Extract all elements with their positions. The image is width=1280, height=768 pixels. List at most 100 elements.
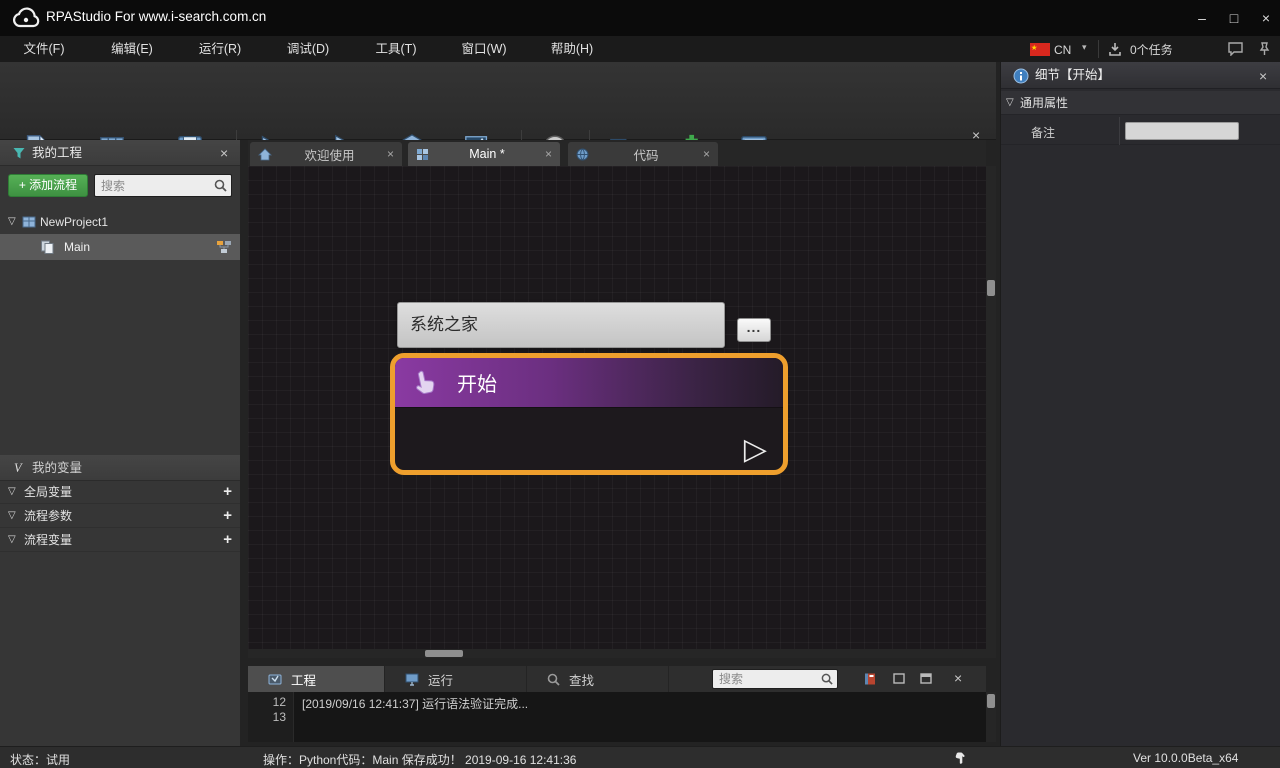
license-status-label: 状态：试用 xyxy=(10,751,70,768)
export-log-icon[interactable] xyxy=(863,672,877,686)
log-output[interactable]: 12 [2019/09/16 12:41:37] 运行语法验证完成... 13 xyxy=(248,692,986,742)
common-properties-section[interactable]: ▽ 通用属性 xyxy=(1001,91,1280,115)
document-tabbar: 欢迎使用 × Main * × 代码 × xyxy=(248,140,986,166)
log-line-number: 12 xyxy=(248,695,286,709)
tasks-count-label[interactable]: 0个任务 xyxy=(1130,42,1173,58)
flow-actions-icon[interactable] xyxy=(216,240,232,254)
variable-group-label: 流程变量 xyxy=(24,528,72,552)
tab-close-icon[interactable]: × xyxy=(545,147,552,161)
cn-flag-icon xyxy=(1030,43,1050,56)
output-tab-find[interactable]: 查找 xyxy=(527,666,669,692)
output-tab-project[interactable]: 工程 xyxy=(248,666,385,692)
project-panel-title: 我的工程 xyxy=(32,140,82,166)
flow-grid-icon xyxy=(416,148,429,161)
detail-panel-title: 细节【开始】 xyxy=(1035,62,1110,89)
feedback-comment-icon[interactable] xyxy=(1228,42,1243,56)
variable-group-global[interactable]: ▽ 全局变量 + xyxy=(0,480,240,504)
note-property-row: 备注 xyxy=(1001,117,1280,145)
add-global-variable-icon[interactable]: + xyxy=(223,480,232,504)
group-collapse-icon[interactable]: ▽ xyxy=(8,480,16,504)
log-line-number: 13 xyxy=(248,710,286,724)
float-panel-icon[interactable] xyxy=(920,673,932,684)
tab-code[interactable]: 代码 × xyxy=(568,142,718,166)
titlebar: RPAStudio For www.i-search.com.cn – □ × xyxy=(0,0,1280,36)
canvas-vscrollbar[interactable] xyxy=(986,166,996,658)
log-vscrollbar-thumb[interactable] xyxy=(987,694,995,708)
clear-log-window-icon[interactable] xyxy=(893,673,905,684)
language-selector[interactable]: CN xyxy=(1054,42,1071,58)
drop-next-activity-icon[interactable]: ▷ xyxy=(744,432,767,467)
project-node-label: NewProject1 xyxy=(40,210,108,234)
project-collapse-icon[interactable]: ▽ xyxy=(8,210,16,234)
flow-more-button[interactable]: ... xyxy=(737,318,771,342)
section-collapse-icon[interactable]: ▽ xyxy=(1006,91,1014,115)
version-label: Ver 10.0.0Beta_x64 xyxy=(1133,751,1238,765)
flow-node-label: Main xyxy=(64,234,90,260)
add-flow-variable-icon[interactable]: + xyxy=(223,528,232,552)
note-input[interactable] xyxy=(1125,122,1239,140)
download-tasks-icon[interactable] xyxy=(1108,42,1122,56)
flow-canvas[interactable]: 系统之家 ... 开始 ▷ xyxy=(248,166,986,658)
output-tab-run[interactable]: 运行 xyxy=(385,666,527,692)
tab-main[interactable]: Main * × xyxy=(408,142,560,166)
menu-run[interactable]: 运行(R) xyxy=(176,36,264,62)
detail-panel-close-icon[interactable]: × xyxy=(1259,69,1267,83)
menubar: 文件(F) 编辑(E) 运行(R) 调试(D) 工具(T) 窗口(W) 帮助(H… xyxy=(0,36,1280,62)
project-node-icon xyxy=(22,215,36,229)
menu-help[interactable]: 帮助(H) xyxy=(528,36,616,62)
statusbar: 状态：试用 操作：Python代码：Main 保存成功！ 2019-09-16 … xyxy=(0,746,1280,768)
start-block-body[interactable]: ▷ xyxy=(395,408,783,469)
project-panel-header: 我的工程 × xyxy=(0,140,240,166)
search-icon[interactable] xyxy=(821,673,833,685)
section-title: 通用属性 xyxy=(1020,91,1068,115)
project-panel-close-icon[interactable]: × xyxy=(220,146,228,160)
pin-toolbar-icon[interactable] xyxy=(1258,42,1271,56)
flow-title-box[interactable]: 系统之家 xyxy=(397,302,725,348)
variables-panel-header: V 我的变量 xyxy=(0,455,240,481)
menu-debug[interactable]: 调试(D) xyxy=(264,36,352,62)
home-icon xyxy=(258,148,272,161)
hscrollbar-thumb[interactable] xyxy=(425,650,463,657)
menu-tools[interactable]: 工具(T) xyxy=(352,36,440,62)
log-search-input[interactable] xyxy=(712,669,838,689)
app-logo-cloud-icon xyxy=(12,7,40,29)
group-collapse-icon[interactable]: ▽ xyxy=(8,504,16,528)
canvas-hscrollbar[interactable] xyxy=(248,649,986,658)
add-flow-param-icon[interactable]: + xyxy=(223,504,232,528)
project-output-icon xyxy=(268,673,282,686)
vscrollbar-thumb[interactable] xyxy=(987,280,995,296)
tab-welcome[interactable]: 欢迎使用 × xyxy=(250,142,402,166)
main-toolbar: 新建 ▾ 打开 ▾ 保存 ▾ 运行 ▾ 运行流程 编译 调试 ▾ 录制 全览 xyxy=(0,62,996,140)
start-activity-block[interactable]: 开始 ▷ xyxy=(390,353,788,475)
menu-window[interactable]: 窗口(W) xyxy=(440,36,528,62)
tree-node-main-flow[interactable]: Main xyxy=(0,234,240,260)
output-panel-close-icon[interactable]: × xyxy=(954,671,962,685)
variable-group-flow[interactable]: ▽ 流程变量 + xyxy=(0,528,240,552)
search-icon[interactable] xyxy=(214,179,227,192)
menu-edit[interactable]: 编辑(E) xyxy=(88,36,176,62)
output-panel: 工程 运行 查找 × 12 [2019/09/16 12:41:37] 运行语法… xyxy=(248,666,986,742)
minimize-button[interactable]: – xyxy=(1188,5,1216,31)
add-flow-button[interactable]: + 添加流程 xyxy=(8,174,88,197)
variables-v-icon: V xyxy=(14,455,22,481)
group-collapse-icon[interactable]: ▽ xyxy=(8,528,16,552)
property-column-divider xyxy=(1119,117,1120,145)
project-search-input[interactable] xyxy=(94,174,232,197)
language-dropdown-icon[interactable]: ▾ xyxy=(1082,42,1087,53)
code-globe-icon xyxy=(576,148,589,161)
tab-close-icon[interactable]: × xyxy=(703,147,710,161)
tree-node-project[interactable]: ▽ NewProject1 xyxy=(0,210,240,234)
variable-group-params[interactable]: ▽ 流程参数 + xyxy=(0,504,240,528)
maximize-button[interactable]: □ xyxy=(1220,5,1248,31)
tab-close-icon[interactable]: × xyxy=(387,147,394,161)
start-block-header[interactable]: 开始 xyxy=(395,358,783,408)
log-line-text: [2019/09/16 12:41:37] 运行语法验证完成... xyxy=(302,695,528,712)
close-button[interactable]: × xyxy=(1252,5,1280,31)
log-vscrollbar[interactable] xyxy=(986,692,996,742)
project-filter-icon xyxy=(12,146,26,160)
flow-document-icon xyxy=(40,240,55,254)
variables-panel-title: 我的变量 xyxy=(32,455,82,481)
log-search-field xyxy=(712,669,838,689)
menu-file[interactable]: 文件(F) xyxy=(0,36,88,62)
run-output-icon xyxy=(405,673,419,686)
